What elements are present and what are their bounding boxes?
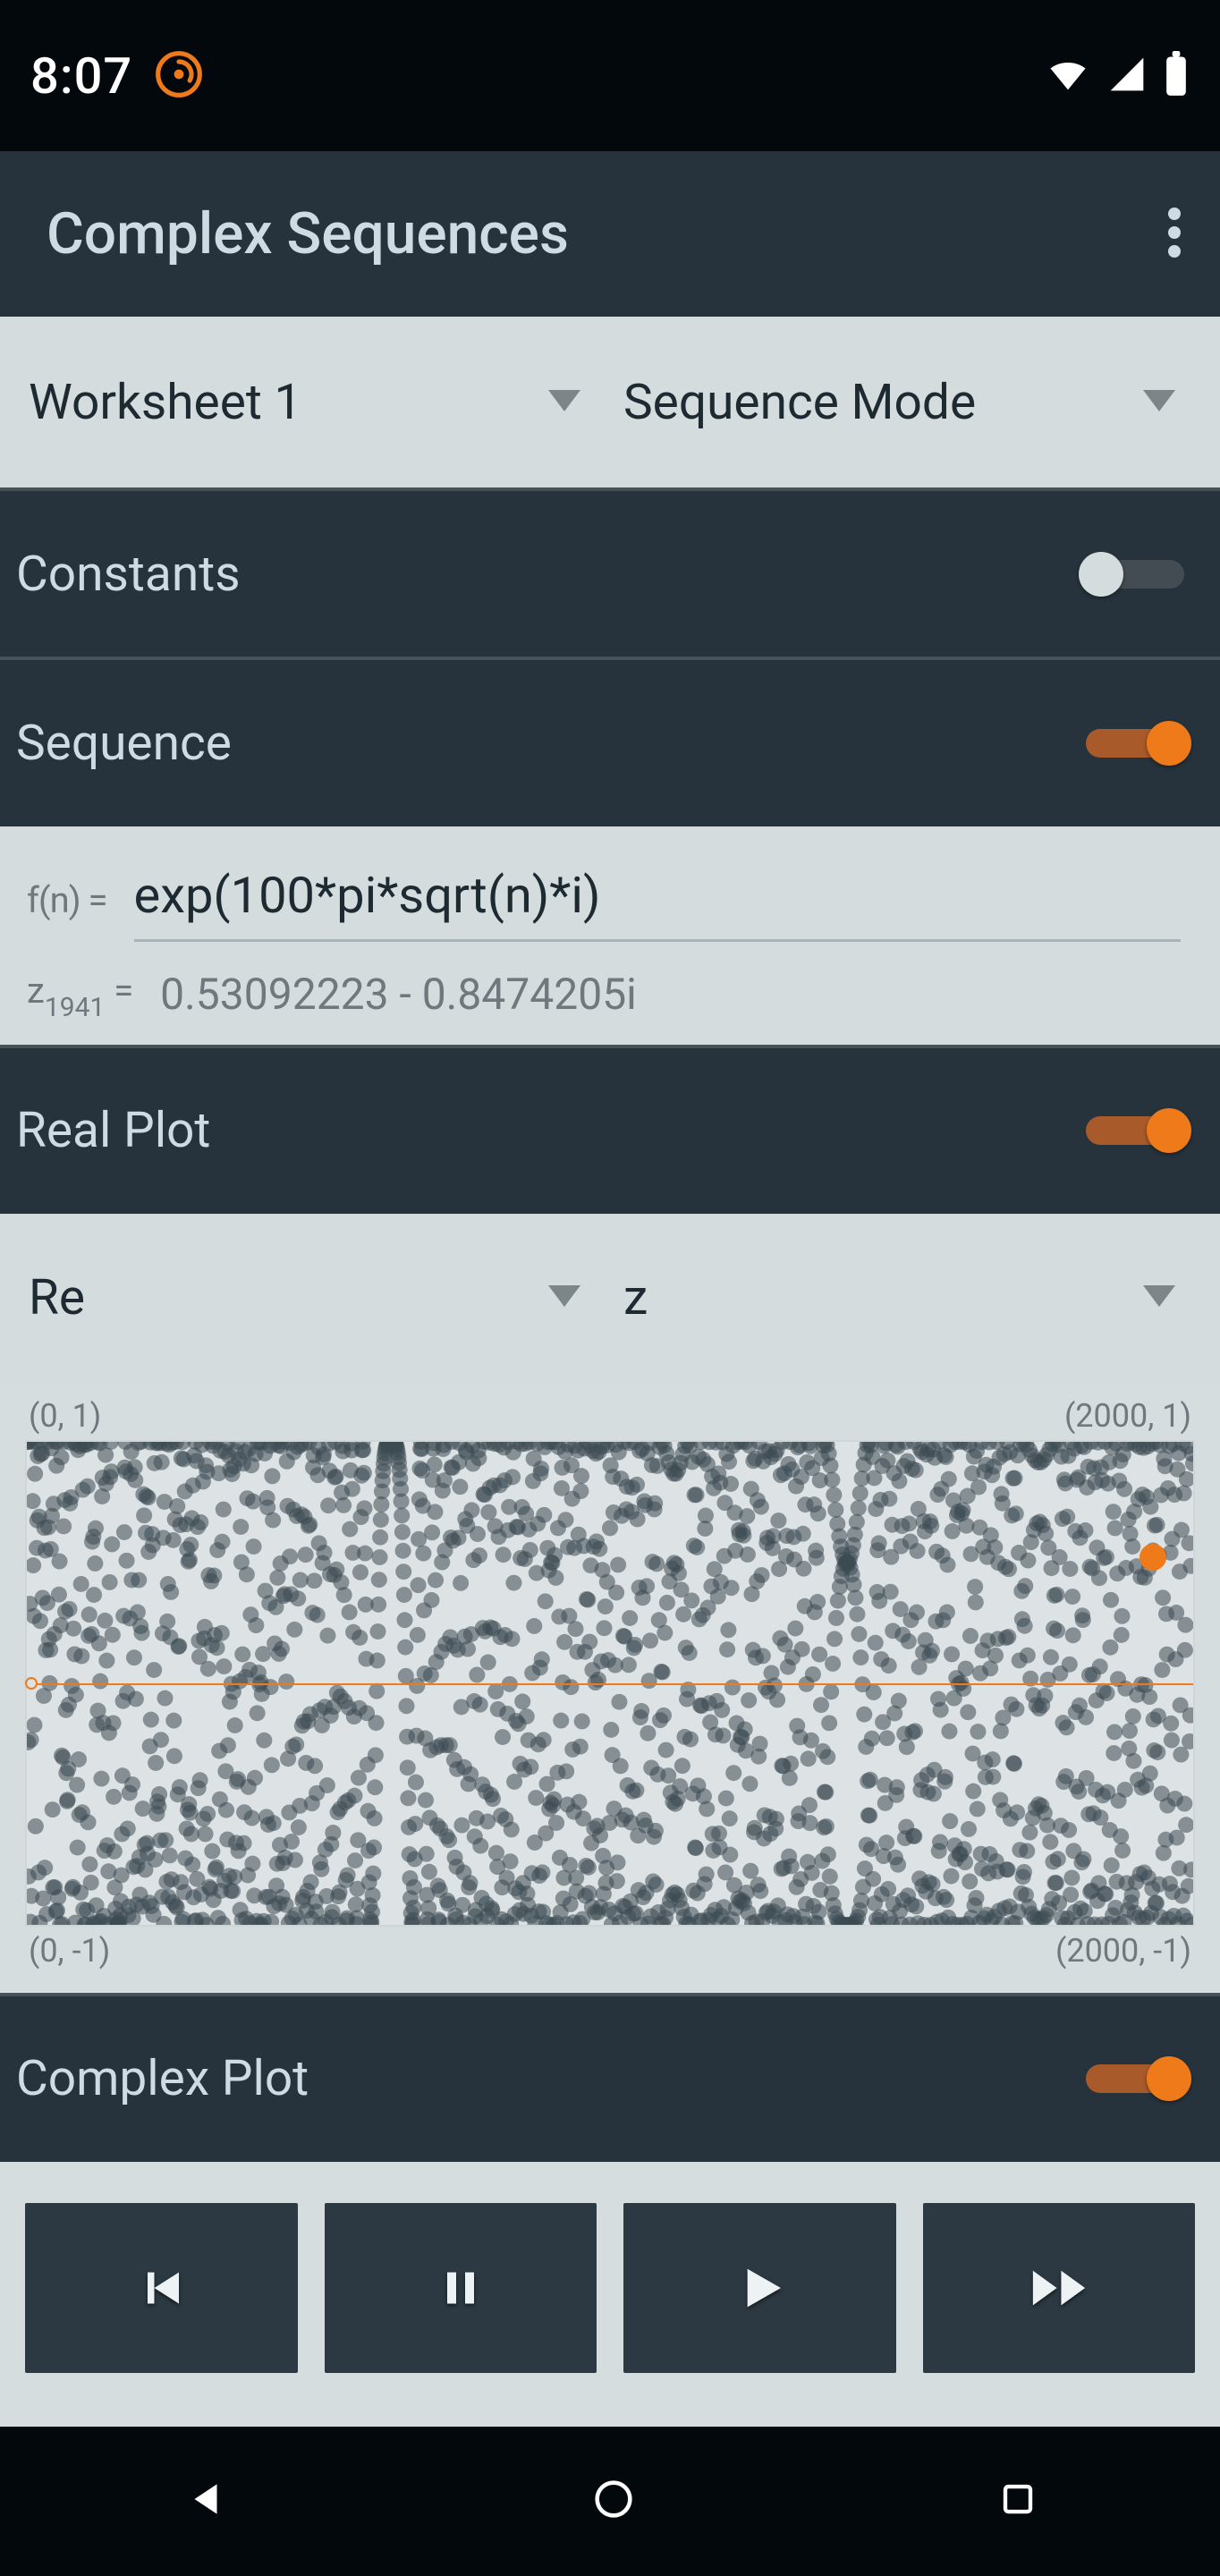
- status-bar: 8:07: [0, 0, 1220, 151]
- constants-label: Constants: [16, 546, 241, 603]
- system-nav-bar: [0, 2427, 1220, 2576]
- fn-input[interactable]: [134, 859, 1182, 942]
- sequence-label: Sequence: [16, 715, 232, 772]
- sequence-body: f(n) = z1941 = 0.53092223 - 0.8474205i: [0, 826, 1220, 1045]
- plot-corner-tl: (0, 1): [29, 1397, 101, 1435]
- battery-icon: [1163, 51, 1190, 101]
- play-button[interactable]: [623, 2203, 896, 2373]
- chevron-down-icon: [548, 390, 580, 415]
- sequence-toggle[interactable]: [1077, 716, 1193, 770]
- realplot-toggle[interactable]: [1077, 1104, 1193, 1157]
- z-prefix: z1941 =: [27, 970, 133, 1018]
- component-dropdown[interactable]: Re: [29, 1214, 597, 1383]
- recents-button[interactable]: [999, 2480, 1037, 2521]
- chevron-down-icon: [1143, 1285, 1175, 1310]
- complexplot-label: Complex Plot: [16, 2050, 309, 2107]
- fast-forward-button[interactable]: [923, 2203, 1196, 2373]
- sequence-header: Sequence: [0, 657, 1220, 826]
- component-label: Re: [29, 1269, 85, 1326]
- top-selectors: Worksheet 1 Sequence Mode: [0, 317, 1220, 487]
- wifi-icon: [1045, 51, 1091, 101]
- complexplot-header: Complex Plot: [0, 1993, 1220, 2162]
- realplot-canvas[interactable]: [25, 1440, 1195, 1927]
- realplot-selectors: Re z: [0, 1214, 1220, 1383]
- pause-button[interactable]: [325, 2203, 597, 2373]
- highlight-point: [1140, 1544, 1166, 1571]
- page-title: Complex Sequences: [47, 200, 569, 267]
- app-status-icon: [154, 49, 204, 103]
- constants-header: Constants: [0, 487, 1220, 657]
- cell-signal-icon: [1107, 55, 1147, 97]
- player-controls: [0, 2162, 1220, 2427]
- back-button[interactable]: [183, 2477, 228, 2525]
- constants-toggle[interactable]: [1077, 547, 1193, 601]
- realplot-header: Real Plot: [0, 1045, 1220, 1214]
- z-value: 0.53092223 - 0.8474205i: [160, 969, 637, 1020]
- plot-corner-tr: (2000, 1): [1064, 1397, 1191, 1435]
- realplot-label: Real Plot: [16, 1102, 210, 1159]
- mode-dropdown[interactable]: Sequence Mode: [597, 317, 1191, 487]
- plot-corner-bl: (0, -1): [29, 1932, 110, 1970]
- fn-prefix: f(n) =: [27, 879, 107, 921]
- realplot-area: (0, 1) (2000, 1) (0, -1) (2000, -1): [0, 1383, 1220, 1993]
- complexplot-toggle[interactable]: [1077, 2052, 1193, 2106]
- variable-dropdown[interactable]: z: [597, 1214, 1191, 1383]
- chevron-down-icon: [548, 1285, 580, 1310]
- skip-previous-button[interactable]: [25, 2203, 298, 2373]
- worksheet-dropdown[interactable]: Worksheet 1: [29, 317, 597, 487]
- app-bar: Complex Sequences: [0, 151, 1220, 317]
- x-axis-line: [27, 1683, 1193, 1685]
- axis-origin-marker: [25, 1677, 38, 1690]
- worksheet-label: Worksheet 1: [29, 374, 301, 431]
- home-button[interactable]: [594, 2479, 633, 2522]
- plot-corner-br: (2000, -1): [1055, 1932, 1191, 1970]
- clock: 8:07: [30, 47, 132, 106]
- chevron-down-icon: [1143, 390, 1175, 415]
- variable-label: z: [623, 1269, 648, 1326]
- overflow-menu-button[interactable]: [1168, 207, 1181, 262]
- mode-label: Sequence Mode: [623, 374, 976, 431]
